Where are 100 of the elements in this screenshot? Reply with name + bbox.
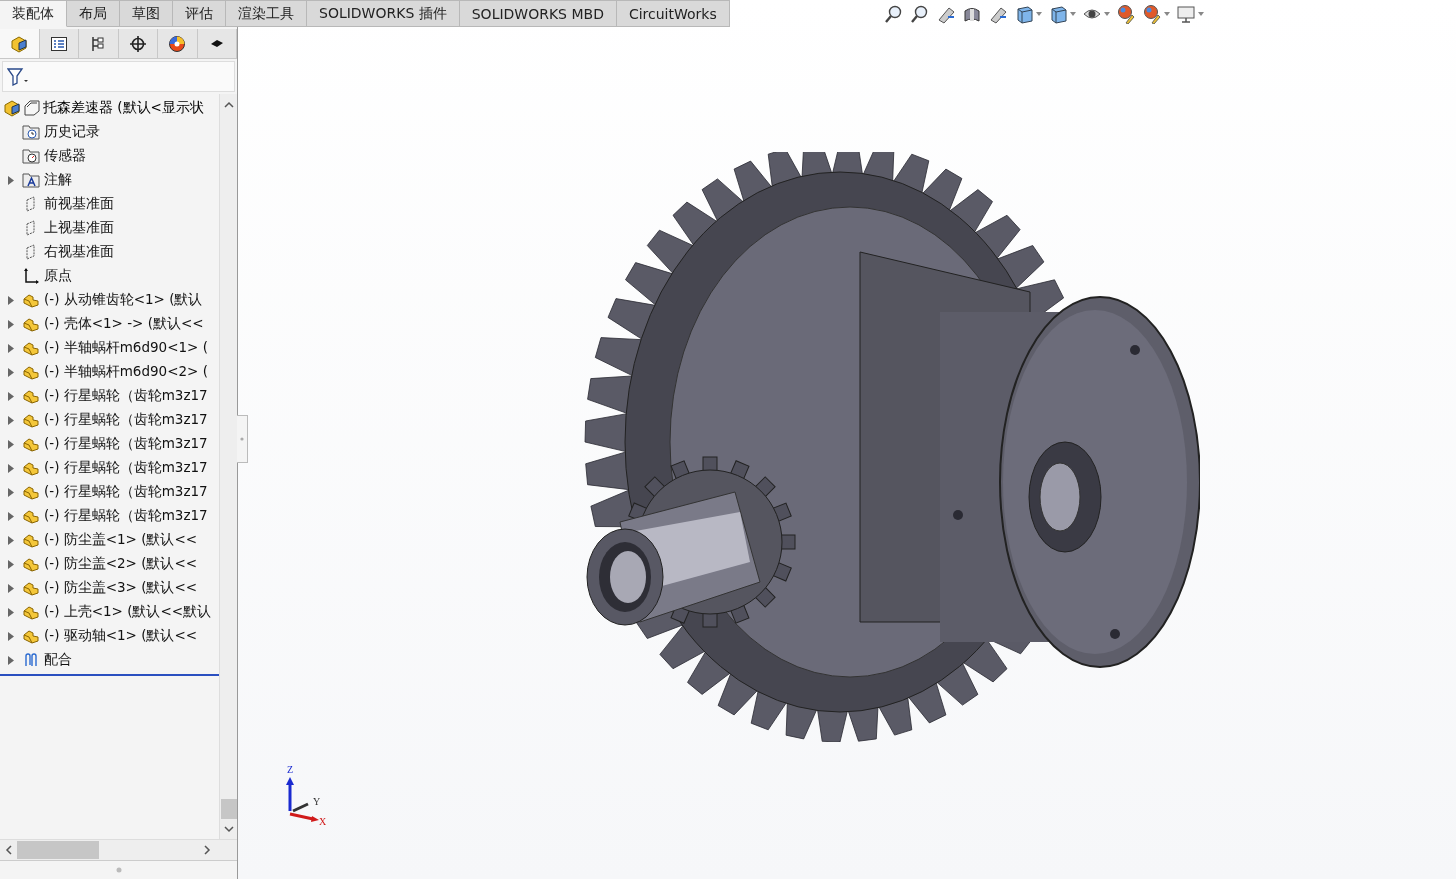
cube-icon[interactable] xyxy=(1014,4,1034,24)
history-folder-icon xyxy=(22,124,40,140)
z-axis-label: Z xyxy=(287,764,294,775)
expand-arrow-icon[interactable] xyxy=(8,343,14,353)
tree-item[interactable]: (-) 从动锥齿轮<1> (默认 xyxy=(44,291,203,309)
tree-item[interactable]: (-) 行星蜗轮（齿轮m3z17 xyxy=(44,387,208,405)
resize-handle-icon[interactable] xyxy=(115,867,122,873)
command-tab[interactable]: 草图 xyxy=(120,0,173,27)
filter-field[interactable] xyxy=(2,61,235,92)
y-axis-label: Y xyxy=(313,796,321,807)
dropdown-caret-icon[interactable] xyxy=(1104,12,1110,16)
command-tab[interactable]: CircuitWorks xyxy=(616,0,730,27)
tree-item[interactable]: 右视基准面 xyxy=(44,243,114,261)
part-icon xyxy=(22,436,40,452)
part-icon xyxy=(22,340,40,356)
x-axis-arrow xyxy=(289,812,319,822)
expand-arrow-icon[interactable] xyxy=(8,367,14,377)
panel-tab[interactable] xyxy=(39,29,79,58)
tree-item[interactable]: (-) 防尘盖<3> (默认<< xyxy=(44,579,198,597)
scene-icon[interactable] xyxy=(1142,4,1162,24)
paperclip-icon xyxy=(22,652,40,668)
tree-item[interactable]: (-) 行星蜗轮（齿轮m3z17 xyxy=(44,483,208,501)
origin-icon xyxy=(22,268,40,284)
part-icon xyxy=(22,604,40,620)
assembly-cube-icon xyxy=(3,99,21,117)
dropdown-caret-icon[interactable] xyxy=(1164,12,1170,16)
tree-item[interactable]: (-) 驱动轴<1> (默认<< xyxy=(44,627,198,645)
command-tab[interactable]: SOLIDWORKS MBD xyxy=(459,0,617,27)
part-icon xyxy=(22,628,40,644)
z-axis-arrow xyxy=(286,777,294,811)
tree-item[interactable]: (-) 行星蜗轮（齿轮m3z17 xyxy=(44,411,208,429)
tree-item[interactable]: (-) 半轴蜗杆m6d90<1> ( xyxy=(44,339,208,357)
part-icon xyxy=(22,484,40,500)
panel-collapse-handle[interactable] xyxy=(237,415,248,463)
magnifier-icon[interactable] xyxy=(910,4,930,24)
part-icon xyxy=(22,388,40,404)
tree-item[interactable]: (-) 壳体<1> -> (默认<< xyxy=(44,315,204,333)
part-icon xyxy=(22,532,40,548)
panel-tab[interactable] xyxy=(197,29,237,58)
panel-tab[interactable] xyxy=(118,29,158,58)
tree-root[interactable]: 托森差速器 (默认<显示状 xyxy=(0,96,219,120)
scroll-left-icon[interactable] xyxy=(5,845,13,855)
expand-arrow-icon[interactable] xyxy=(8,175,14,185)
tree-item[interactable]: (-) 防尘盖<2> (默认<< xyxy=(44,555,198,573)
expand-arrow-icon[interactable] xyxy=(8,607,14,617)
tree-item[interactable]: (-) 半轴蜗杆m6d90<2> ( xyxy=(44,363,208,381)
command-tab[interactable]: 渲染工具 xyxy=(226,0,307,27)
dropdown-caret-icon[interactable] xyxy=(1036,12,1042,16)
part-icon xyxy=(22,556,40,572)
expand-arrow-icon[interactable] xyxy=(8,583,14,593)
appearance-icon[interactable] xyxy=(1116,4,1136,24)
expand-arrow-icon[interactable] xyxy=(8,295,14,305)
dropdown-caret-icon[interactable] xyxy=(1198,12,1204,16)
list-icon xyxy=(49,34,68,53)
tree-item[interactable]: (-) 上壳<1> (默认<<默认 xyxy=(44,603,212,621)
expand-arrow-icon[interactable] xyxy=(8,463,14,473)
command-tab[interactable]: SOLIDWORKS 插件 xyxy=(307,0,460,27)
part-icon xyxy=(22,412,40,428)
crosshair-icon xyxy=(128,34,147,53)
expand-arrow-icon[interactable] xyxy=(8,439,14,449)
tree-item[interactable]: 上视基准面 xyxy=(44,219,114,237)
command-tab[interactable]: 评估 xyxy=(173,0,226,27)
expand-arrow-icon[interactable] xyxy=(8,391,14,401)
tree-item[interactable]: 前视基准面 xyxy=(44,195,114,213)
tree-item[interactable]: (-) 行星蜗轮（齿轮m3z17 xyxy=(44,459,208,477)
part-icon xyxy=(22,580,40,596)
tree-item[interactable]: (-) 防尘盖<1> (默认<< xyxy=(44,531,198,549)
filter-icon xyxy=(7,67,29,86)
shaded-box-icon[interactable] xyxy=(1048,4,1068,24)
scroll-up-icon[interactable] xyxy=(223,100,234,108)
tree-item[interactable]: 历史记录 xyxy=(44,123,100,141)
panel-tab[interactable] xyxy=(0,29,40,58)
expand-arrow-icon[interactable] xyxy=(8,535,14,545)
scroll-thumb[interactable] xyxy=(220,799,237,819)
tree-item[interactable]: 传感器 xyxy=(44,147,86,165)
expand-arrow-icon[interactable] xyxy=(8,655,14,665)
tree-item[interactable]: (-) 行星蜗轮（齿轮m3z17 xyxy=(44,507,208,525)
expand-arrow-icon[interactable] xyxy=(8,415,14,425)
expand-arrow-icon[interactable] xyxy=(8,559,14,569)
tree-item[interactable]: (-) 行星蜗轮（齿轮m3z17 xyxy=(44,435,208,453)
tree-item[interactable]: 原点 xyxy=(44,267,72,285)
expand-arrow-icon[interactable] xyxy=(8,511,14,521)
scroll-right-icon[interactable] xyxy=(203,845,211,855)
magnifier-icon[interactable] xyxy=(884,4,904,24)
annotation-folder-icon xyxy=(22,172,40,188)
monitor-icon[interactable] xyxy=(1176,4,1196,24)
expand-arrow-icon[interactable] xyxy=(8,487,14,497)
dropdown-caret-icon[interactable] xyxy=(1070,12,1076,16)
command-tab[interactable]: 布局 xyxy=(67,0,120,27)
tree-item[interactable]: 配合 xyxy=(44,651,72,669)
expand-arrow-icon[interactable] xyxy=(8,319,14,329)
command-tab[interactable]: 装配体 xyxy=(0,0,67,27)
tree-item[interactable]: 注解 xyxy=(44,171,72,189)
scroll-down-icon[interactable] xyxy=(223,825,234,833)
part-icon xyxy=(22,508,40,524)
scroll-thumb[interactable] xyxy=(17,841,99,859)
expand-arrow-icon[interactable] xyxy=(8,631,14,641)
x-axis-label: X xyxy=(319,816,326,826)
part-icon xyxy=(22,364,40,380)
color-wheel-icon xyxy=(168,34,187,53)
